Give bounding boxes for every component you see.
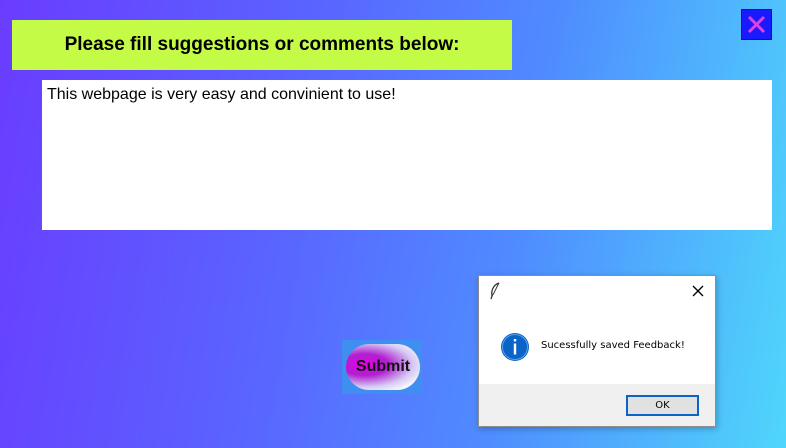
dialog-titlebar[interactable]	[479, 276, 715, 306]
dialog-footer: OK	[479, 384, 715, 426]
info-icon	[501, 333, 529, 361]
dialog-message: Sucessfully saved Feedback!	[541, 340, 685, 351]
feather-icon	[490, 282, 500, 300]
window-close-button[interactable]	[741, 9, 772, 40]
close-icon[interactable]	[691, 284, 705, 298]
close-icon	[747, 15, 766, 34]
page-title: Please fill suggestions or comments belo…	[64, 34, 460, 55]
submit-button[interactable]: Submit	[342, 340, 422, 394]
ok-button[interactable]: OK	[626, 395, 699, 416]
submit-label: Submit	[355, 358, 411, 375]
page-header: Please fill suggestions or comments belo…	[12, 20, 512, 70]
feedback-textarea[interactable]	[42, 80, 772, 230]
submit-pill[interactable]: Submit	[346, 344, 420, 390]
message-dialog: Sucessfully saved Feedback! OK	[478, 275, 716, 427]
